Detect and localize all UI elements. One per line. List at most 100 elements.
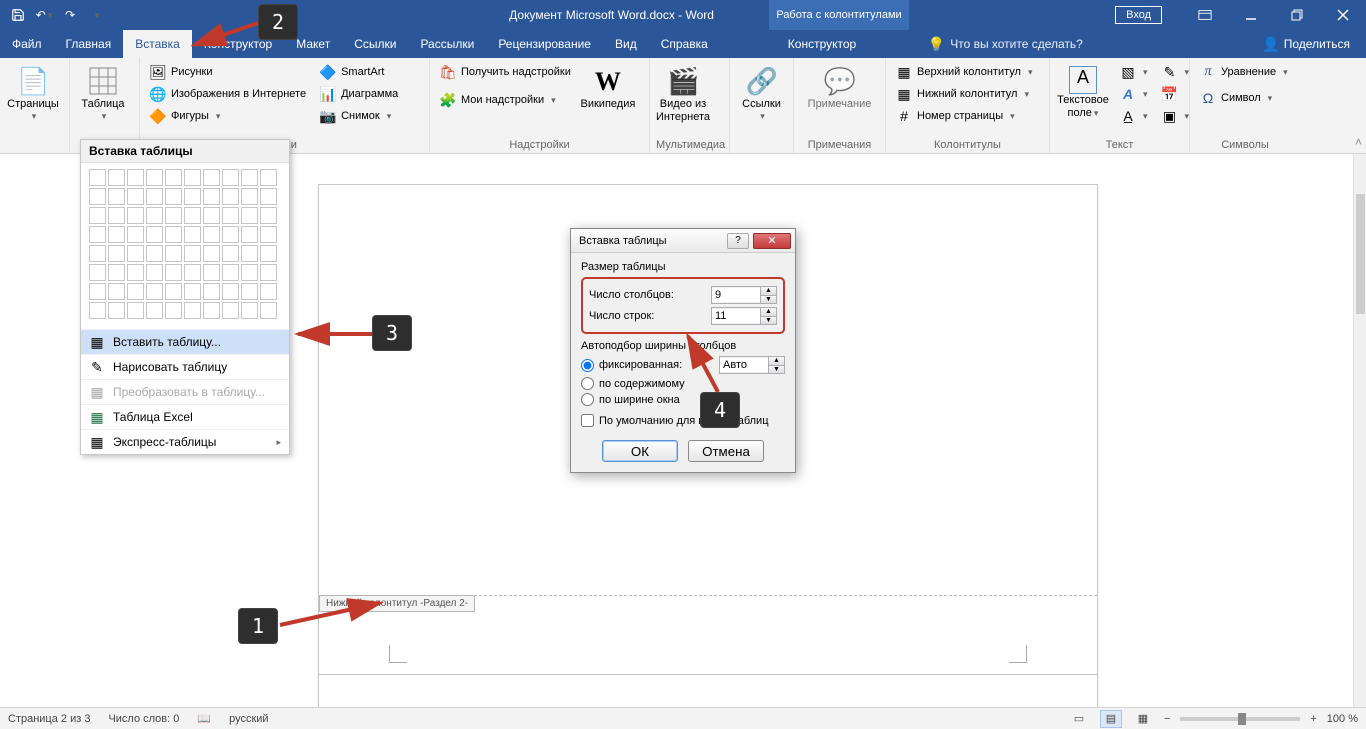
spin-down-icon[interactable]: ▼ xyxy=(760,295,776,303)
cancel-button[interactable]: Отмена xyxy=(688,440,764,462)
footer-icon: ▦ xyxy=(896,86,912,102)
insert-table-menuitem[interactable]: ▦Вставить таблицу... xyxy=(81,329,289,354)
table-icon: ▦ xyxy=(89,334,105,350)
spin-up-icon[interactable]: ▲ xyxy=(760,308,776,316)
pencil-icon: ✎ xyxy=(89,359,105,375)
login-button[interactable]: Вход xyxy=(1115,6,1162,24)
fixed-width-input[interactable] xyxy=(720,358,768,372)
language-indicator[interactable]: русский xyxy=(229,713,268,725)
restore-icon[interactable] xyxy=(1274,0,1320,30)
datetime-button[interactable]: 📅 xyxy=(1158,84,1194,104)
tab-mailings[interactable]: Рассылки xyxy=(408,30,486,58)
print-layout-icon[interactable]: ▤ xyxy=(1100,710,1122,728)
quick-tables-menuitem[interactable]: ▦Экспресс-таблицы▸ xyxy=(81,429,289,454)
zoom-in-icon[interactable]: + xyxy=(1310,713,1316,725)
table-button[interactable]: Таблица▾ xyxy=(76,62,130,126)
table-size-grid[interactable] xyxy=(81,163,289,329)
online-video-button[interactable]: 🎬Видео изИнтернета xyxy=(656,62,710,128)
group-headers-label: Колонтитулы xyxy=(892,137,1043,151)
smartart-button[interactable]: 🔷SmartArt xyxy=(316,62,402,82)
tab-help[interactable]: Справка xyxy=(649,30,720,58)
tab-insert[interactable]: Вставка xyxy=(123,30,192,58)
proofing-icon[interactable]: 📖 xyxy=(197,712,211,725)
spin-up-icon[interactable]: ▲ xyxy=(760,287,776,295)
columns-input[interactable] xyxy=(712,288,760,302)
autofit-content-radio[interactable] xyxy=(581,377,594,390)
spin-down-icon[interactable]: ▼ xyxy=(768,365,784,373)
footer-button[interactable]: ▦Нижний колонтитул▾ xyxy=(892,84,1036,104)
fixed-width-radio[interactable] xyxy=(581,359,594,372)
collapse-ribbon-icon[interactable]: ˄ xyxy=(1355,135,1362,149)
share-button[interactable]: 👤 Поделиться xyxy=(1263,30,1350,58)
spin-up-icon[interactable]: ▲ xyxy=(768,357,784,365)
read-mode-icon[interactable]: ▭ xyxy=(1068,710,1090,728)
draw-table-menuitem[interactable]: ✎Нарисовать таблицу xyxy=(81,354,289,379)
columns-spinner[interactable]: ▲▼ xyxy=(711,286,777,304)
links-button[interactable]: 🔗Ссылки▾ xyxy=(736,62,787,126)
symbol-button[interactable]: ΩСимвол▾ xyxy=(1196,88,1292,108)
spin-down-icon[interactable]: ▼ xyxy=(760,316,776,324)
zoom-level[interactable]: 100 % xyxy=(1327,713,1358,725)
dropcap-button[interactable]: A̲▾ xyxy=(1116,106,1152,126)
ok-button[interactable]: ОК xyxy=(602,440,678,462)
get-addins-button[interactable]: 🛍Получить надстройки xyxy=(436,62,575,82)
tell-me-search[interactable]: 💡 Что вы хотите сделать? xyxy=(928,30,1083,58)
wordart-button[interactable]: A▾ xyxy=(1116,84,1152,104)
zoom-slider-thumb[interactable] xyxy=(1238,713,1246,725)
title-bar: ↶▾ ↷ ▾ Работа с колонтитулами Документ M… xyxy=(0,0,1366,30)
comment-button[interactable]: 💬Примечание xyxy=(800,62,879,115)
tab-home[interactable]: Главная xyxy=(54,30,124,58)
dialog-help-icon[interactable]: ? xyxy=(727,233,749,249)
remember-label: По умолчанию для новых таблиц xyxy=(599,415,785,427)
columns-label: Число столбцов: xyxy=(589,289,706,301)
my-addins-button[interactable]: 🧩Мои надстройки▾ xyxy=(436,90,575,110)
dialog-close-icon[interactable]: ✕ xyxy=(753,233,791,249)
wikipedia-button[interactable]: WВикипедия xyxy=(581,62,635,115)
tab-file[interactable]: Файл xyxy=(0,30,54,58)
word-count[interactable]: Число слов: 0 xyxy=(108,713,179,725)
vertical-scrollbar[interactable] xyxy=(1353,154,1366,707)
tab-view[interactable]: Вид xyxy=(603,30,649,58)
equation-button[interactable]: πУравнение▾ xyxy=(1196,62,1292,82)
zoom-slider[interactable] xyxy=(1180,717,1300,721)
header-button[interactable]: ▦Верхний колонтитул▾ xyxy=(892,62,1036,82)
scrollbar-thumb[interactable] xyxy=(1356,194,1365,314)
dialog-title: Вставка таблицы xyxy=(579,235,667,247)
minimize-icon[interactable] xyxy=(1228,0,1274,30)
ribbon-display-icon[interactable] xyxy=(1182,0,1228,30)
close-icon[interactable] xyxy=(1320,0,1366,30)
qat-customize-icon[interactable]: ▾ xyxy=(84,4,108,26)
web-layout-icon[interactable]: ▦ xyxy=(1132,710,1154,728)
equation-icon: π xyxy=(1200,64,1216,80)
tab-review[interactable]: Рецензирование xyxy=(486,30,603,58)
signature-button[interactable]: ✎▾ xyxy=(1158,62,1194,82)
shapes-button[interactable]: 🔶Фигуры▾ xyxy=(146,106,310,126)
pictures-button[interactable]: 🖼Рисунки xyxy=(146,62,310,82)
redo-icon[interactable]: ↷ xyxy=(58,4,82,26)
screenshot-button[interactable]: 📷Снимок▾ xyxy=(316,106,402,126)
object-button[interactable]: ▣▾ xyxy=(1158,106,1194,126)
rows-spinner[interactable]: ▲▼ xyxy=(711,307,777,325)
autofit-window-radio[interactable] xyxy=(581,393,594,406)
symbol-icon: Ω xyxy=(1200,90,1216,106)
vertical-ruler[interactable] xyxy=(0,154,24,707)
textbox-button[interactable]: AТекстовоеполе▾ xyxy=(1056,62,1110,124)
tab-references[interactable]: Ссылки xyxy=(342,30,408,58)
online-pictures-button[interactable]: 🌐Изображения в Интернете xyxy=(146,84,310,104)
document-page-next[interactable] xyxy=(318,674,1098,707)
excel-table-menuitem[interactable]: ▦Таблица Excel xyxy=(81,404,289,429)
tab-contextual-design[interactable]: Конструктор xyxy=(776,30,868,58)
rows-input[interactable] xyxy=(712,309,760,323)
quick-parts-button[interactable]: ▧▾ xyxy=(1116,62,1152,82)
undo-icon[interactable]: ↶▾ xyxy=(32,4,56,26)
pages-button[interactable]: 📄Страницы▾ xyxy=(6,62,60,126)
chart-button[interactable]: 📊Диаграмма xyxy=(316,84,402,104)
remember-checkbox[interactable] xyxy=(581,414,594,427)
zoom-out-icon[interactable]: − xyxy=(1164,713,1170,725)
dialog-title-bar[interactable]: Вставка таблицы ? ✕ xyxy=(571,229,795,253)
page-count[interactable]: Страница 2 из 3 xyxy=(8,713,90,725)
page-number-button[interactable]: #Номер страницы▾ xyxy=(892,106,1036,126)
online-pictures-icon: 🌐 xyxy=(150,86,166,102)
save-icon[interactable] xyxy=(6,4,30,26)
fixed-width-spinner[interactable]: ▲▼ xyxy=(719,356,785,374)
